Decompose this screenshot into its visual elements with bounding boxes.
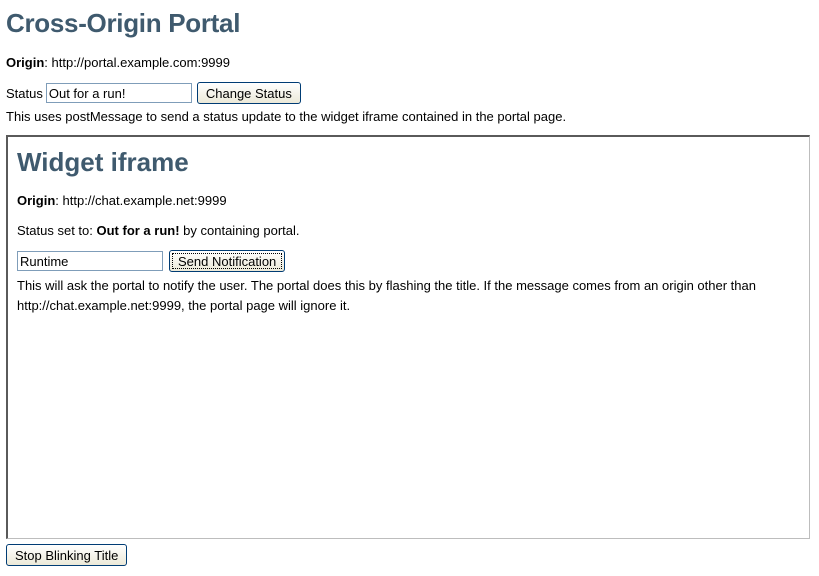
- status-label: Status: [6, 85, 43, 101]
- notification-row: Send Notification: [17, 250, 286, 272]
- widget-title: Widget iframe: [17, 147, 189, 177]
- widget-origin-value: : http://chat.example.net:9999: [55, 193, 227, 208]
- status-input[interactable]: [45, 83, 192, 103]
- portal-description: This uses postMessage to send a status u…: [6, 109, 567, 124]
- portal-origin-label: Origin: [6, 55, 45, 70]
- change-status-button[interactable]: Change Status: [196, 82, 301, 104]
- widget-status-prefix: Status set to:: [17, 223, 97, 238]
- widget-status-value: Out for a run!: [96, 223, 180, 238]
- widget-description: This will ask the portal to notify the u…: [17, 278, 756, 313]
- widget-iframe[interactable]: Widget iframe Origin: http://chat.exampl…: [6, 135, 810, 539]
- portal-origin-value: : http://portal.example.com:9999: [44, 55, 230, 70]
- widget-origin-line: Origin: http://chat.example.net:9999: [17, 193, 227, 208]
- widget-status-line: Status set to: Out for a run! by contain…: [17, 223, 300, 238]
- portal-page: Cross-Origin Portal Origin: http://porta…: [0, 0, 819, 576]
- status-row: Status Change Status: [6, 82, 301, 104]
- widget-status-suffix: by containing portal.: [179, 223, 300, 238]
- stop-row: Stop Blinking Title: [6, 544, 128, 566]
- stop-blinking-title-button[interactable]: Stop Blinking Title: [6, 544, 128, 566]
- portal-origin-line: Origin: http://portal.example.com:9999: [6, 55, 230, 70]
- page-title: Cross-Origin Portal: [6, 8, 241, 38]
- notification-input[interactable]: [17, 251, 163, 271]
- widget-origin-label: Origin: [17, 193, 56, 208]
- send-notification-button[interactable]: Send Notification: [169, 250, 286, 272]
